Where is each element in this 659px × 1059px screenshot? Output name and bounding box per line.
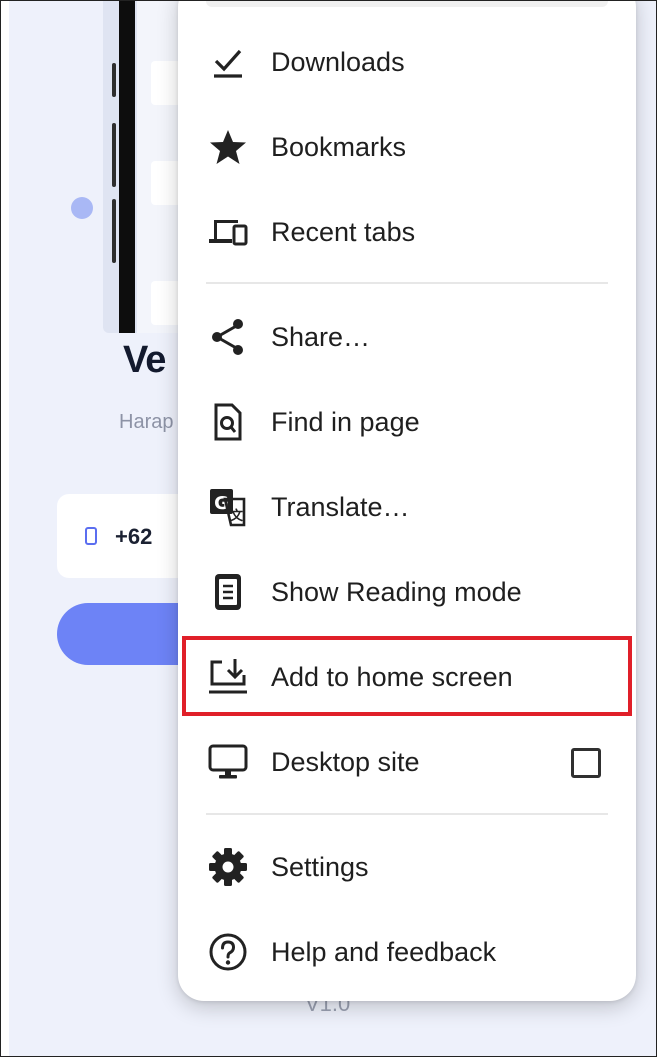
menu-item-label: Help and feedback [271,937,497,967]
reading-mode-icon [208,572,248,612]
menu-item-help-and-feedback[interactable]: Help and feedback [178,910,636,995]
phone-icon [85,527,97,545]
desktop-site-checkbox[interactable] [571,748,601,778]
menu-item-label: Downloads [271,47,405,77]
desktop-icon [208,742,248,782]
browser-overflow-menu: Downloads Bookmarks Recent tabs Share… F… [178,1,636,1001]
download-done-icon [208,42,248,82]
menu-item-label: Bookmarks [271,132,407,162]
gear-icon [208,847,248,887]
page-subtitle: Harap [119,411,174,433]
menu-item-share[interactable]: Share… [178,295,636,380]
menu-divider [206,282,608,284]
menu-item-reading-mode[interactable]: Show Reading mode [178,550,636,635]
menu-item-downloads[interactable]: Downloads [178,20,636,105]
help-icon [208,932,248,972]
devices-icon [208,212,248,252]
menu-item-desktop-site[interactable]: Desktop site [178,720,636,805]
menu-item-settings[interactable]: Settings [178,825,636,910]
carousel-dot [71,197,93,219]
menu-item-label: Show Reading mode [271,577,522,607]
svg-text:文: 文 [230,508,244,524]
menu-item-label: Settings [271,852,369,882]
star-icon [208,127,248,167]
share-icon [208,317,248,357]
menu-item-label: Share… [271,322,371,352]
menu-item-bookmarks[interactable]: Bookmarks [178,105,636,190]
menu-divider [206,813,608,815]
menu-item-label: Find in page [271,407,420,437]
highlight-box [182,636,632,716]
menu-item-label: Desktop site [271,747,420,777]
menu-item-translate[interactable]: G文 Translate… [178,465,636,550]
menu-top-divider [206,1,608,7]
menu-item-label: Recent tabs [271,217,416,247]
screenshot-frame: Ve Harap +62 V1.0 Downloads Bookmarks Re… [0,0,657,1057]
find-in-page-icon [208,402,248,442]
translate-icon: G文 [208,487,248,527]
menu-item-find-in-page[interactable]: Find in page [178,380,636,465]
country-code: +62 [115,524,153,549]
menu-item-recent-tabs[interactable]: Recent tabs [178,190,636,275]
page-title: Ve [123,339,166,381]
menu-item-label: Translate… [271,492,410,522]
